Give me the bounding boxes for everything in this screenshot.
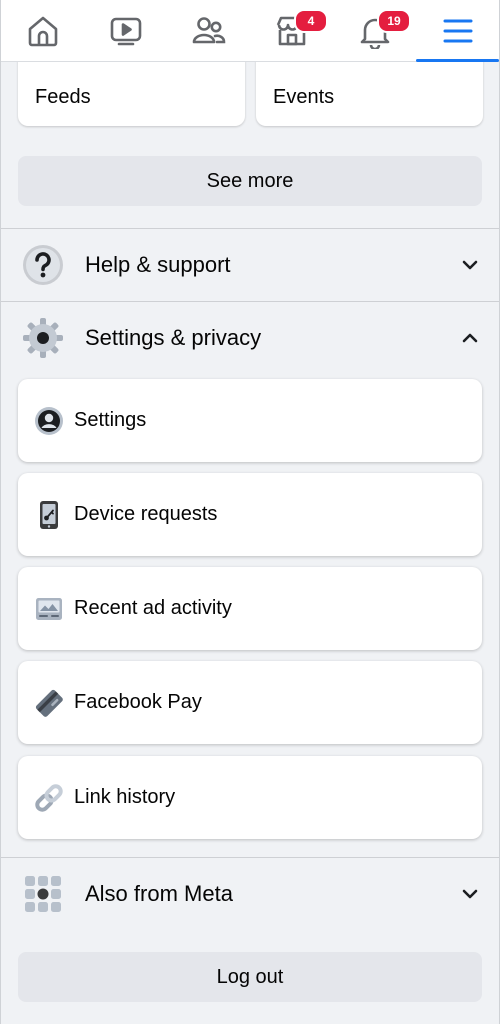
also-from-meta-label: Also from Meta: [85, 881, 233, 906]
also-from-meta-row[interactable]: Also from Meta: [1, 858, 499, 930]
marketplace-badge: 4: [294, 9, 328, 33]
menu-item-device-requests[interactable]: Device requests: [18, 473, 482, 556]
chevron-down-icon: [462, 889, 478, 899]
apps-grid-icon: [21, 872, 65, 916]
menu-item-link-history[interactable]: Link history: [18, 756, 482, 839]
gear-icon: [21, 316, 65, 360]
help-icon: [21, 243, 65, 287]
help-support-row[interactable]: Help & support: [1, 229, 499, 301]
menu-item-label: Settings: [74, 409, 147, 431]
notifications-badge: 19: [377, 9, 411, 33]
link-icon: [32, 781, 66, 815]
chevron-up-icon: [462, 333, 478, 343]
app-frame: 4 19 Feeds Events See more Help & suppor…: [0, 0, 500, 1024]
nav-menu[interactable]: [416, 0, 499, 62]
home-icon: [28, 16, 57, 46]
events-card-label: Events: [273, 86, 335, 108]
menu-item-label: Recent ad activity: [74, 597, 232, 619]
nav-home[interactable]: [1, 0, 84, 61]
events-card[interactable]: Events: [256, 52, 483, 126]
menu-item-label: Link history: [74, 786, 176, 808]
log-out-button[interactable]: Log out: [18, 952, 482, 1002]
payment-card-icon: [32, 686, 66, 720]
top-navigation-bar: 4 19: [1, 0, 499, 62]
account-icon: [32, 404, 66, 438]
settings-privacy-label: Settings & privacy: [85, 325, 262, 350]
feeds-card-label: Feeds: [35, 86, 91, 108]
nav-marketplace[interactable]: 4: [250, 0, 333, 61]
menu-item-facebook-pay[interactable]: Facebook Pay: [18, 661, 482, 744]
help-support-label: Help & support: [85, 252, 231, 277]
menu-item-recent-ad-activity[interactable]: Recent ad activity: [18, 567, 482, 650]
feeds-card[interactable]: Feeds: [18, 52, 245, 126]
menu-item-label: Facebook Pay: [74, 691, 202, 713]
nav-video[interactable]: [84, 0, 167, 61]
menu-icon: [443, 19, 472, 42]
see-more-button[interactable]: See more: [18, 156, 482, 206]
settings-privacy-row[interactable]: Settings & privacy: [1, 302, 499, 374]
menu-item-settings[interactable]: Settings: [18, 379, 482, 462]
chevron-down-icon: [462, 260, 478, 270]
video-icon: [110, 17, 141, 45]
nav-friends[interactable]: [167, 0, 250, 61]
nav-notifications[interactable]: 19: [333, 0, 416, 61]
menu-item-label: Device requests: [74, 503, 218, 525]
shortcut-cards: Feeds Events: [18, 52, 483, 126]
phone-key-icon: [32, 498, 66, 532]
ad-activity-icon: [32, 592, 66, 626]
friends-icon: [192, 16, 225, 43]
